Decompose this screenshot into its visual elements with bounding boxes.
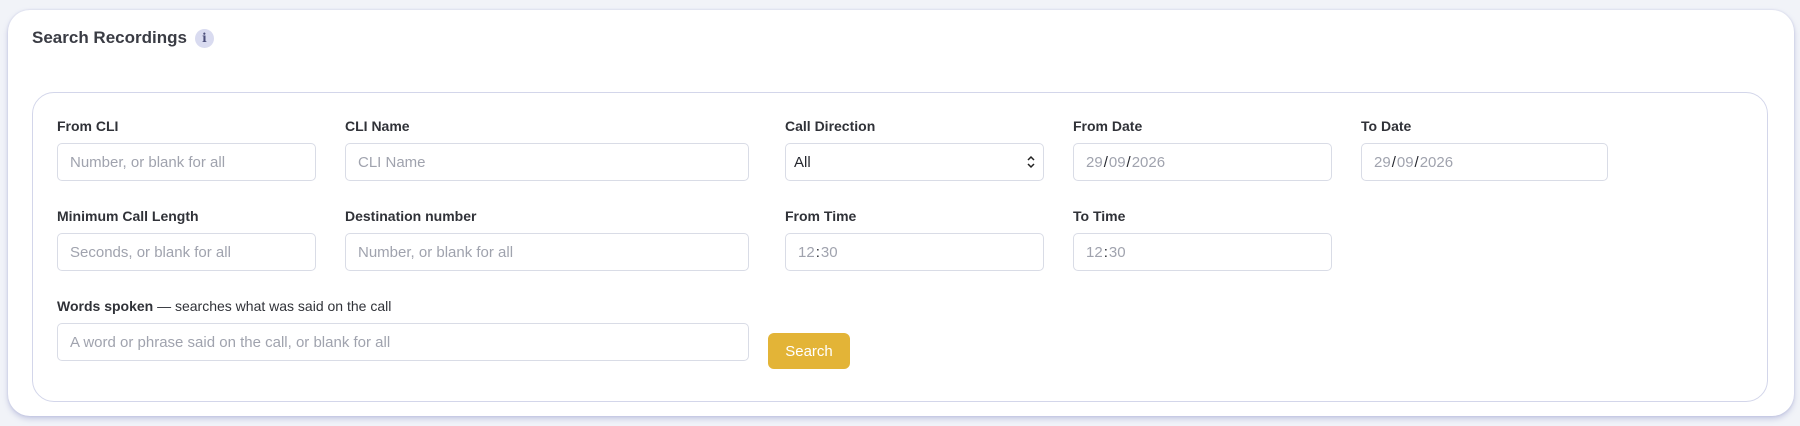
to-time-input[interactable]: 12:30 (1073, 233, 1332, 271)
cli-name-input[interactable] (345, 143, 749, 181)
from-time-hour: 12 (798, 243, 815, 261)
search-button[interactable]: Search (768, 333, 850, 369)
to-date-year: 2026 (1419, 153, 1454, 171)
from-date-input[interactable]: 29/09/2026 (1073, 143, 1332, 181)
from-time-input[interactable]: 12:30 (785, 233, 1044, 271)
call-direction-value: All (794, 153, 811, 171)
destination-number-label: Destination number (345, 208, 477, 224)
words-spoken-label-strong: Words spoken (57, 298, 154, 314)
cli-name-field: CLI Name (345, 117, 749, 181)
to-date-month: 09 (1396, 153, 1414, 171)
to-time-field: To Time 12:30 (1073, 207, 1332, 271)
words-spoken-field: Words spoken — searches what was said on… (57, 297, 749, 361)
card-header: Search Recordings i (32, 28, 214, 48)
call-direction-field: Call Direction All (785, 117, 1044, 181)
from-cli-input[interactable] (57, 143, 316, 181)
from-time-minute: 30 (820, 243, 838, 261)
search-recordings-card: Search Recordings i From CLI CLI Name Ca… (8, 10, 1794, 416)
call-direction-select[interactable]: All (785, 143, 1044, 181)
to-date-input[interactable]: 29/09/2026 (1361, 143, 1608, 181)
from-date-year: 2026 (1131, 153, 1166, 171)
to-date-field: To Date 29/09/2026 (1361, 117, 1608, 181)
from-cli-field: From CLI (57, 117, 316, 181)
info-icon[interactable]: i (194, 28, 214, 48)
from-date-month: 09 (1108, 153, 1126, 171)
from-date-field: From Date 29/09/2026 (1073, 117, 1332, 181)
from-cli-label: From CLI (57, 118, 119, 134)
to-time-minute: 30 (1108, 243, 1126, 261)
words-spoken-input[interactable] (57, 323, 749, 361)
min-call-length-label: Minimum Call Length (57, 208, 199, 224)
from-time-label: From Time (785, 208, 857, 224)
call-direction-label: Call Direction (785, 118, 876, 134)
words-spoken-hint: — searches what was said on the call (153, 298, 392, 314)
min-call-length-field: Minimum Call Length (57, 207, 316, 271)
destination-number-input[interactable] (345, 233, 749, 271)
page-title: Search Recordings (32, 28, 187, 47)
from-time-field: From Time 12:30 (785, 207, 1044, 271)
to-time-hour: 12 (1086, 243, 1103, 261)
cli-name-label: CLI Name (345, 118, 410, 134)
select-chevrons-icon (1027, 155, 1035, 169)
to-date-label: To Date (1361, 118, 1412, 134)
words-spoken-label: Words spoken — searches what was said on… (57, 297, 749, 315)
destination-number-field: Destination number (345, 207, 749, 271)
min-call-length-input[interactable] (57, 233, 316, 271)
to-date-day: 29 (1374, 153, 1391, 171)
from-date-day: 29 (1086, 153, 1103, 171)
to-time-label: To Time (1073, 208, 1126, 224)
search-form-panel: From CLI CLI Name Call Direction All Fro… (32, 92, 1768, 402)
from-date-label: From Date (1073, 118, 1143, 134)
